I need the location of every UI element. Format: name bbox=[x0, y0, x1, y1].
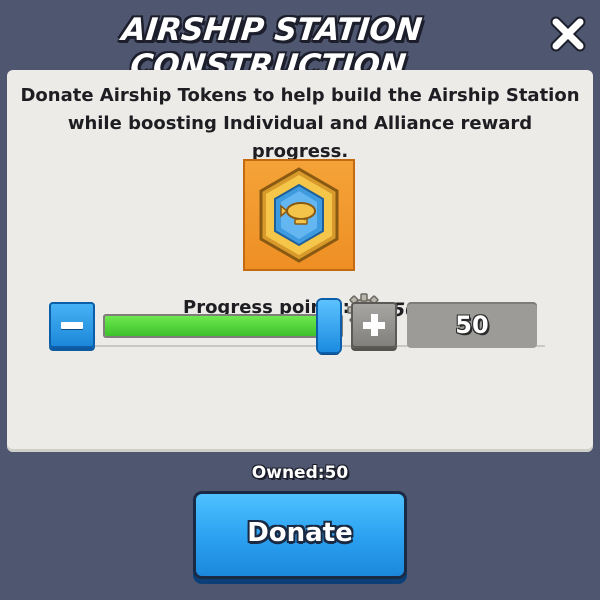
quantity-field[interactable]: 50 bbox=[407, 302, 537, 348]
airship-token-icon bbox=[259, 167, 339, 263]
description-line-2: while boosting Individual and Alliance r… bbox=[67, 113, 533, 162]
owned-count: Owned:50 bbox=[251, 463, 349, 483]
quantity-slider-handle[interactable] bbox=[318, 300, 340, 352]
description-text: Donate Airship Tokens to help build the … bbox=[17, 82, 583, 166]
airship-token-frame bbox=[243, 159, 355, 271]
donation-panel: Donate Airship Tokens to help build the … bbox=[7, 70, 593, 452]
decrease-button[interactable] bbox=[49, 302, 95, 348]
quantity-slider-track[interactable] bbox=[103, 314, 343, 338]
header-bar: AIRSHIP STATION CONSTRUCTION bbox=[0, 0, 600, 84]
increase-button[interactable] bbox=[351, 302, 397, 348]
quantity-slider-fill bbox=[105, 316, 329, 336]
description-line-1: Donate Airship Tokens to help build the … bbox=[20, 85, 580, 106]
close-button[interactable] bbox=[548, 14, 588, 54]
plus-icon-vertical bbox=[371, 314, 378, 336]
minus-icon bbox=[61, 322, 83, 329]
donate-button[interactable]: Donate bbox=[196, 494, 404, 576]
close-icon bbox=[550, 16, 586, 52]
